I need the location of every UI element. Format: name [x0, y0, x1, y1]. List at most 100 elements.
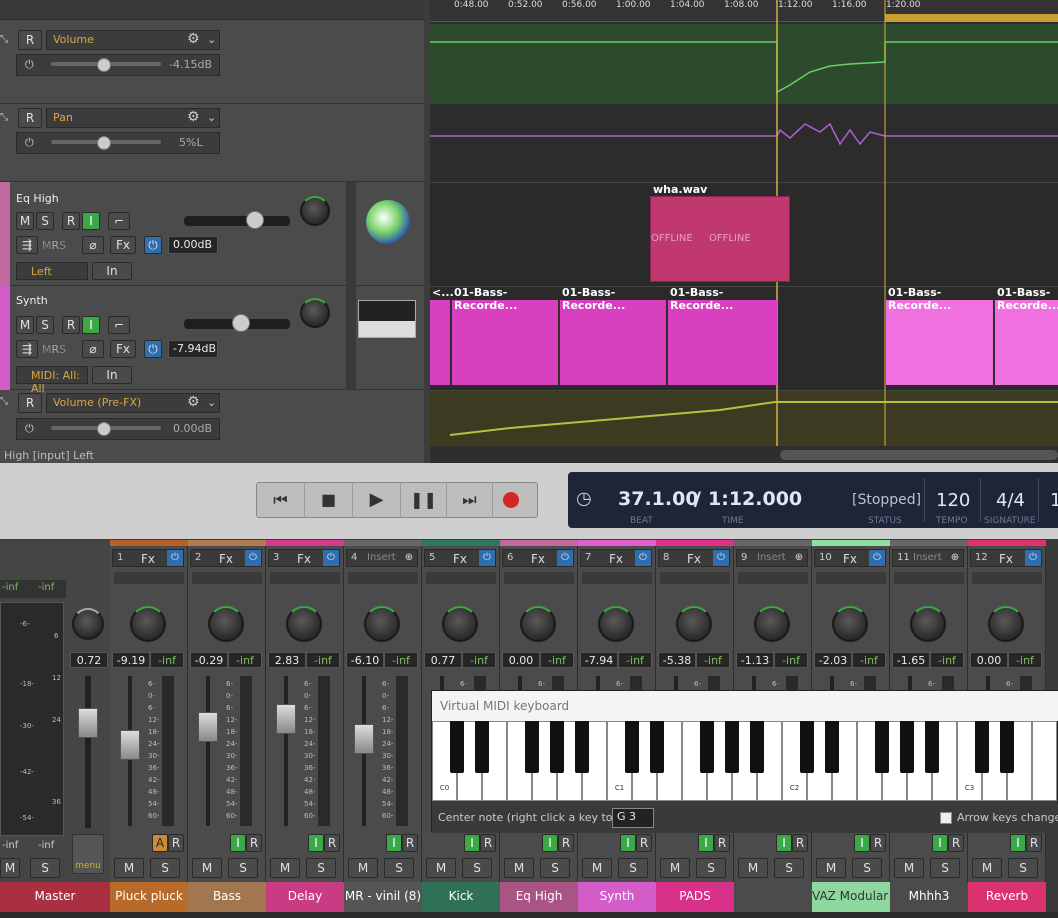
pan-knob[interactable]: [208, 606, 244, 642]
phase-button[interactable]: ⌀: [82, 340, 104, 358]
pause-button[interactable]: ❚❚: [401, 483, 447, 517]
fx-slot[interactable]: 9 Insert ⊕: [736, 549, 808, 567]
input-button[interactable]: I: [542, 834, 558, 852]
track-volume-slider[interactable]: [184, 216, 290, 226]
pan-knob[interactable]: [520, 606, 556, 642]
fx-power-icon[interactable]: ⏻: [869, 550, 885, 566]
parameter-select[interactable]: Volume ⚙ ⌄: [46, 30, 220, 50]
arrange-timeline[interactable]: 0:48.00 0:52.00 0:56.00 1:00.00 1:04.00 1:08.…: [430, 0, 1058, 463]
record-arm-button[interactable]: R: [62, 316, 80, 334]
fx-power-icon[interactable]: ⏻: [245, 550, 261, 566]
midi-clip[interactable]: 01-Bass-Recorde...: [886, 286, 993, 385]
pan-knob[interactable]: [130, 606, 166, 642]
mute-button[interactable]: M: [582, 858, 612, 878]
record-arm-button[interactable]: R: [246, 834, 262, 852]
track-name[interactable]: Synth: [16, 294, 48, 307]
fader-track[interactable]: [206, 676, 210, 826]
master-fader-handle[interactable]: [78, 708, 98, 738]
send-slot[interactable]: [426, 572, 496, 584]
mute-button[interactable]: M: [270, 858, 300, 878]
phase-button[interactable]: ⌀: [82, 236, 104, 254]
volume-value[interactable]: 2.83: [268, 652, 306, 668]
volume-value[interactable]: 0.77: [424, 652, 462, 668]
fx-power-icon[interactable]: ⏻: [167, 550, 183, 566]
track-name[interactable]: Eq High: [16, 192, 59, 205]
record-arm-button[interactable]: R: [168, 834, 184, 852]
solo-button[interactable]: S: [540, 858, 570, 878]
routing-icon[interactable]: ⇶: [16, 340, 38, 358]
time-value[interactable]: 1:12.000: [708, 488, 802, 510]
skip-back-button[interactable]: ⏮: [257, 483, 305, 517]
record-arm-button[interactable]: R: [870, 834, 886, 852]
input-in-button[interactable]: In: [92, 262, 132, 280]
horizontal-scrollbar[interactable]: [780, 450, 1058, 460]
read-button[interactable]: R: [18, 108, 42, 128]
channel-name[interactable]: Pluck pluck: [110, 882, 188, 912]
channel-name[interactable]: VAZ Modular V: [812, 882, 890, 912]
input-monitor-button[interactable]: I: [82, 316, 100, 334]
fader-handle[interactable]: [354, 724, 374, 754]
window-titlebar[interactable]: Virtual MIDI keyboard: [432, 691, 1058, 721]
automation-button[interactable]: A: [152, 834, 168, 852]
pan-knob[interactable]: [300, 196, 330, 226]
piano-black-key[interactable]: [925, 721, 939, 773]
fx-slot[interactable]: 7 Fx ⏻: [580, 549, 652, 567]
pan-knob[interactable]: [988, 606, 1024, 642]
arrow-keys-checkbox[interactable]: [940, 812, 952, 824]
input-button[interactable]: I: [854, 834, 870, 852]
solo-button[interactable]: S: [696, 858, 726, 878]
fx-power-icon[interactable]: ⏻: [144, 236, 162, 254]
record-arm-button[interactable]: R: [714, 834, 730, 852]
piano-black-key[interactable]: [900, 721, 914, 773]
read-button[interactable]: R: [18, 30, 42, 50]
fx-slot[interactable]: 11 Insert ⊕: [892, 549, 964, 567]
midi-clip[interactable]: 01-Bass-Recorde...: [994, 286, 1058, 385]
input-button[interactable]: I: [776, 834, 792, 852]
record-arm-button[interactable]: R: [948, 834, 964, 852]
solo-button[interactable]: S: [306, 858, 336, 878]
fx-power-icon[interactable]: ⏻: [1025, 550, 1041, 566]
fx-power-icon[interactable]: ⏻: [323, 550, 339, 566]
mute-button[interactable]: M: [16, 212, 34, 230]
master-volume-value[interactable]: 0.72: [70, 652, 108, 668]
mute-button[interactable]: M: [16, 316, 34, 334]
send-slot[interactable]: [660, 572, 730, 584]
parameter-select[interactable]: Pan ⚙ ⌄: [46, 108, 220, 128]
master-fader-track[interactable]: [85, 676, 91, 828]
fx-power-icon[interactable]: ⏻: [144, 340, 162, 358]
record-arm-button[interactable]: R: [792, 834, 808, 852]
input-button[interactable]: I: [230, 834, 246, 852]
routing-icon[interactable]: ⇶: [16, 236, 38, 254]
piano-black-key[interactable]: [575, 721, 589, 773]
fader-handle[interactable]: [276, 704, 296, 734]
mute-button[interactable]: M: [504, 858, 534, 878]
input-button[interactable]: I: [308, 834, 324, 852]
pan-knob[interactable]: [598, 606, 634, 642]
pan-knob[interactable]: [676, 606, 712, 642]
send-slot[interactable]: [972, 572, 1042, 584]
volume-value[interactable]: -2.03: [814, 652, 852, 668]
send-slot[interactable]: [894, 572, 964, 584]
piano-black-key[interactable]: [825, 721, 839, 773]
piano-black-key[interactable]: [875, 721, 889, 773]
volume-value[interactable]: -1.13: [736, 652, 774, 668]
chevron-down-icon[interactable]: ⌄: [207, 111, 216, 124]
play-button[interactable]: ▶: [353, 483, 401, 517]
beat-value[interactable]: 37.1.00: [618, 488, 699, 510]
input-monitor-button[interactable]: I: [82, 212, 100, 230]
record-arm-button[interactable]: R: [402, 834, 418, 852]
piano-black-key[interactable]: [800, 721, 814, 773]
piano-black-key[interactable]: [750, 721, 764, 773]
volume-value[interactable]: -0.29: [190, 652, 228, 668]
volume-value[interactable]: -7.94: [580, 652, 618, 668]
mute-button[interactable]: M: [816, 858, 846, 878]
solo-button[interactable]: S: [462, 858, 492, 878]
channel-name[interactable]: Synth: [578, 882, 656, 912]
gear-icon[interactable]: ⚙: [187, 31, 200, 47]
fx-slot[interactable]: 12 Fx ⏻: [970, 549, 1042, 567]
channel-name[interactable]: Delay: [266, 882, 344, 912]
send-slot[interactable]: [816, 572, 886, 584]
fx-slot[interactable]: 4 Insert ⊕: [346, 549, 418, 567]
channel-name[interactable]: MR - vinil (8): [344, 882, 422, 912]
fx-power-icon[interactable]: ⊕: [791, 550, 807, 566]
